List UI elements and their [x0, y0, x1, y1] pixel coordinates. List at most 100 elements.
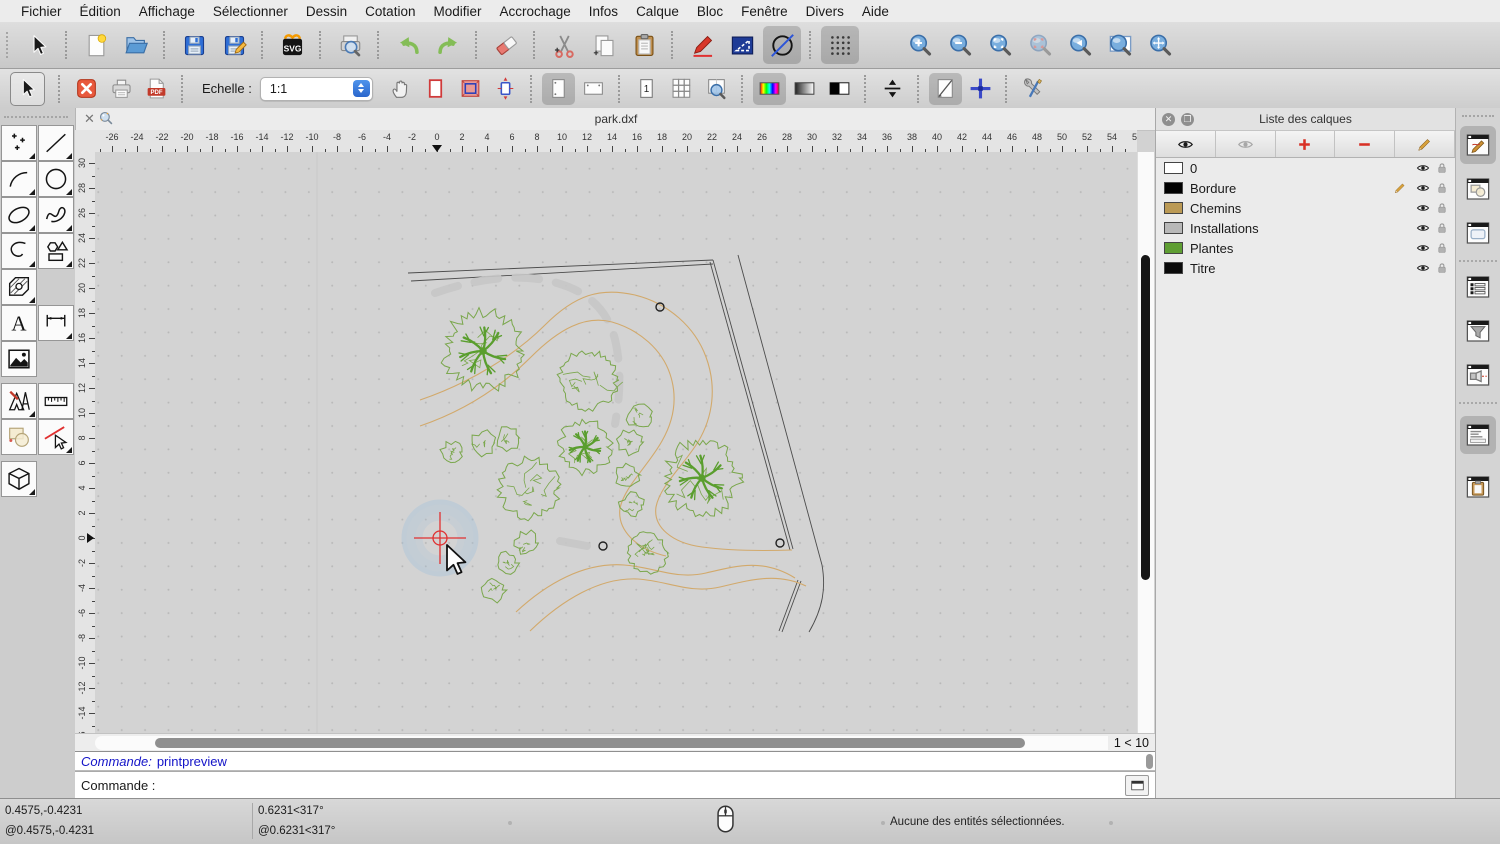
single-page-button[interactable]: 1: [630, 73, 663, 105]
layer-color-swatch[interactable]: [1164, 262, 1183, 274]
layer-row[interactable]: Bordure: [1156, 178, 1455, 198]
toolbar-drag-handle[interactable]: [6, 32, 10, 58]
hide-all-layers-button[interactable]: [1216, 131, 1276, 157]
layer-row[interactable]: Chemins: [1156, 198, 1455, 218]
measure-distance-button[interactable]: [723, 26, 761, 64]
redo-button[interactable]: [429, 26, 467, 64]
tool-text[interactable]: A: [1, 305, 37, 341]
tool-blocks[interactable]: [1, 419, 37, 455]
horizontal-scrollbar[interactable]: 1 < 10: [75, 733, 1155, 752]
dock-layers-button[interactable]: [1460, 126, 1496, 164]
edit-entity-button[interactable]: [683, 26, 721, 64]
menu-edition[interactable]: Édition: [71, 4, 130, 19]
tool-hatch[interactable]: [1, 269, 37, 305]
tool-points[interactable]: [1, 125, 37, 161]
blackwhite-mode-button[interactable]: [823, 73, 856, 105]
cut-button[interactable]: [545, 26, 583, 64]
print-preview-button[interactable]: [331, 26, 369, 64]
tool-line[interactable]: [38, 125, 74, 161]
tool-polygon[interactable]: [38, 233, 74, 269]
dock-library-button[interactable]: [1460, 214, 1496, 252]
layer-color-swatch[interactable]: [1164, 162, 1183, 174]
new-document-button[interactable]: [77, 26, 115, 64]
vertical-scrollbar[interactable]: [1137, 152, 1154, 733]
paper-overlay-button[interactable]: [454, 73, 487, 105]
layer-color-swatch[interactable]: [1164, 222, 1183, 234]
stepper-icon[interactable]: [352, 79, 370, 97]
fit-to-page-button[interactable]: [876, 73, 909, 105]
scale-combobox[interactable]: 1:1: [259, 76, 373, 101]
zoom-in-button[interactable]: [901, 26, 939, 64]
save-as-button[interactable]: [215, 26, 253, 64]
layer-row[interactable]: 0: [1156, 158, 1455, 178]
dock-command-button[interactable]: [1460, 416, 1496, 454]
grid-toggle-button[interactable]: [821, 26, 859, 64]
zoom-window-button[interactable]: [1101, 26, 1139, 64]
export-pdf-button[interactable]: PDF: [140, 73, 173, 105]
zoom-previous-button[interactable]: [1061, 26, 1099, 64]
tool-dimension[interactable]: [38, 305, 74, 341]
zoom-auto-button[interactable]: [981, 26, 1019, 64]
menu-infos[interactable]: Infos: [580, 4, 627, 19]
layer-visibility-icon[interactable]: [1416, 221, 1430, 238]
zoom-pan-button[interactable]: [1141, 26, 1179, 64]
palette-drag-handle[interactable]: [4, 116, 68, 118]
tool-circle[interactable]: [38, 161, 74, 197]
crosshair-snap-button[interactable]: [964, 73, 997, 105]
draft-mode-button[interactable]: [763, 26, 801, 64]
layer-lock-icon[interactable]: [1435, 221, 1449, 238]
layer-color-swatch[interactable]: [1164, 182, 1183, 194]
layer-visibility-icon[interactable]: [1416, 201, 1430, 218]
history-scrollbar-thumb[interactable]: [1146, 754, 1153, 769]
page-portrait-button[interactable]: [541, 72, 575, 105]
layer-visibility-icon[interactable]: [1416, 181, 1430, 198]
layer-color-swatch[interactable]: [1164, 202, 1183, 214]
layer-visibility-icon[interactable]: [1416, 161, 1430, 178]
dock-drag-handle[interactable]: [1462, 115, 1494, 117]
menu-dessin[interactable]: Dessin: [297, 4, 356, 19]
tool-ellipse[interactable]: [1, 197, 37, 233]
paste-button[interactable]: [625, 26, 663, 64]
layer-lock-icon[interactable]: [1435, 201, 1449, 218]
lines-mode-button[interactable]: [928, 72, 962, 105]
dock-views-button[interactable]: [1460, 268, 1496, 306]
tool-image[interactable]: [1, 341, 37, 377]
layer-visibility-icon[interactable]: [1416, 241, 1430, 258]
layer-lock-icon[interactable]: [1435, 161, 1449, 178]
zoom-to-page-button[interactable]: [700, 73, 733, 105]
menu-accrochage[interactable]: Accrochage: [490, 4, 579, 19]
menu-modifier[interactable]: Modifier: [424, 4, 490, 19]
menu-affichage[interactable]: Affichage: [130, 4, 204, 19]
tool-box3d[interactable]: [1, 461, 37, 497]
save-button[interactable]: [175, 26, 213, 64]
menu-bloc[interactable]: Bloc: [688, 4, 732, 19]
grayscale-mode-button[interactable]: [788, 73, 821, 105]
export-svg-button[interactable]: SVG: [273, 26, 311, 64]
menu-fichier[interactable]: Fichier: [12, 4, 71, 19]
layer-color-swatch[interactable]: [1164, 242, 1183, 254]
copy-button[interactable]: [585, 26, 623, 64]
vertical-scrollbar-thumb[interactable]: [1141, 255, 1150, 580]
dock-blocks-button[interactable]: [1460, 170, 1496, 208]
edit-layer-button[interactable]: [1395, 131, 1455, 157]
menu-selectionner[interactable]: Sélectionner: [204, 4, 297, 19]
menu-aide[interactable]: Aide: [853, 4, 898, 19]
paper-borders-button[interactable]: [419, 73, 452, 105]
layer-lock-icon[interactable]: [1435, 261, 1449, 278]
tool-drafting[interactable]: [1, 383, 37, 419]
layer-row[interactable]: Titre: [1156, 258, 1455, 278]
dock-light-button[interactable]: [1460, 356, 1496, 394]
preferences-button[interactable]: [1017, 73, 1050, 105]
add-layer-button[interactable]: [1276, 131, 1336, 157]
delete-entities-button[interactable]: [487, 26, 525, 64]
tool-measure-ruler[interactable]: [38, 383, 74, 419]
close-print-preview-button[interactable]: [70, 73, 103, 105]
page-landscape-button[interactable]: [577, 73, 610, 105]
layer-row[interactable]: Plantes: [1156, 238, 1455, 258]
pointer-button[interactable]: [10, 71, 45, 106]
menu-cotation[interactable]: Cotation: [356, 4, 424, 19]
menu-fenetre[interactable]: Fenêtre: [732, 4, 797, 19]
dock-clipboard-button[interactable]: [1460, 468, 1496, 506]
layer-lock-icon[interactable]: [1435, 241, 1449, 258]
fit-paper-button[interactable]: [489, 73, 522, 105]
